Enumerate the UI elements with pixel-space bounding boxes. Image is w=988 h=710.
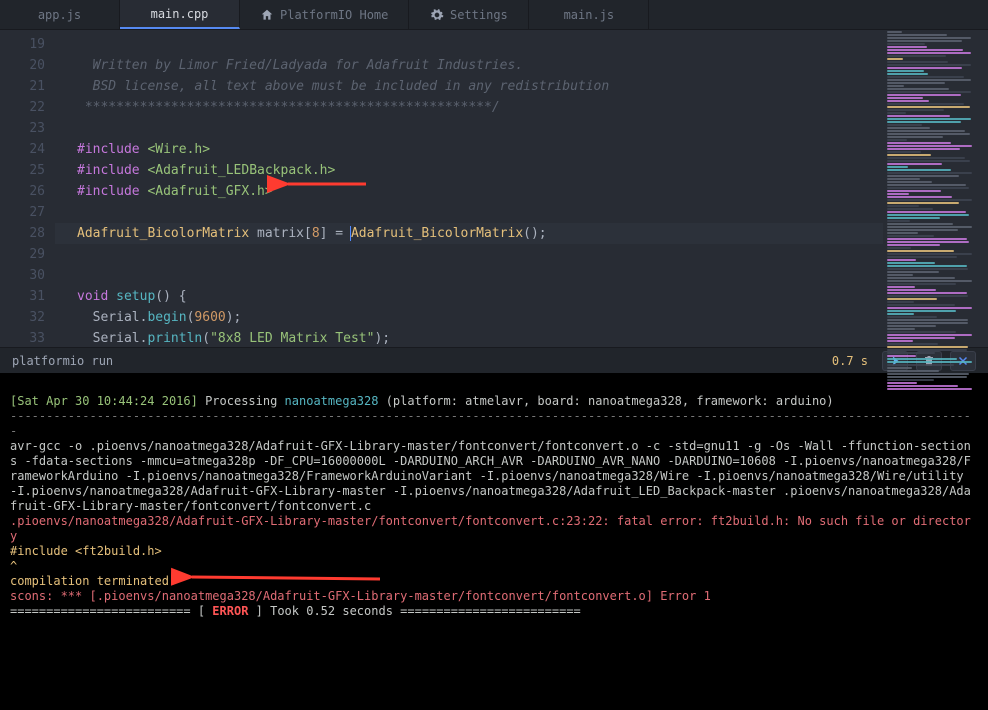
line-number: 24 xyxy=(0,139,45,160)
code-line xyxy=(55,265,988,286)
line-number: 22 xyxy=(0,97,45,118)
term-timestamp: [Sat Apr 30 10:44:24 2016] xyxy=(10,394,198,408)
term-scons-error: scons: *** [.pioenvs/nanoatmega328/Adafr… xyxy=(10,589,711,603)
line-number: 21 xyxy=(0,76,45,97)
line-number: 29 xyxy=(0,244,45,265)
tab-settings[interactable]: Settings xyxy=(409,0,529,29)
terminal-output[interactable]: [Sat Apr 30 10:44:24 2016] Processing na… xyxy=(0,373,988,710)
line-number: 26 xyxy=(0,181,45,202)
home-icon xyxy=(260,8,274,22)
term-error-caret: ^ xyxy=(10,559,17,573)
code-line xyxy=(55,202,988,223)
gear-icon xyxy=(430,8,444,22)
line-number: 33 xyxy=(0,328,45,347)
code-line: Adafruit_BicolorMatrix matrix[8] = Adafr… xyxy=(55,223,988,244)
tab-label: main.cpp xyxy=(151,7,209,21)
tab-label: app.js xyxy=(38,8,81,22)
line-number: 30 xyxy=(0,265,45,286)
tab-label: PlatformIO Home xyxy=(280,8,388,22)
code-view[interactable]: Written by Limor Fried/Ladyada for Adafr… xyxy=(55,30,988,347)
tab-bar: app.js main.cpp PlatformIO Home Settings mai… xyxy=(0,0,988,30)
code-line: #include <Wire.h> xyxy=(55,139,988,160)
code-line xyxy=(55,244,988,265)
line-number: 19 xyxy=(0,34,45,55)
status-time: 0.7 s xyxy=(832,354,868,368)
code-line xyxy=(55,34,988,55)
line-number: 28 xyxy=(0,223,45,244)
tab-label: main.js xyxy=(564,8,615,22)
minimap[interactable] xyxy=(883,30,988,347)
term-text: (platform: atmelavr, board: nanoatmega32… xyxy=(378,394,833,408)
editor-area: 19202122232425262728293031323334 Written… xyxy=(0,30,988,347)
line-number: 23 xyxy=(0,118,45,139)
tab-platformio-home[interactable]: PlatformIO Home xyxy=(240,0,409,29)
term-text: Processing xyxy=(198,394,285,408)
term-error-line: .pioenvs/nanoatmega328/Adafruit-GFX-Libr… xyxy=(10,514,971,543)
code-line: #include <Adafruit_GFX.h> xyxy=(55,181,988,202)
code-line xyxy=(55,118,988,139)
code-line: Serial.begin(9600); xyxy=(55,307,988,328)
status-bar: platformio run 0.7 s xyxy=(0,347,988,373)
term-footer: ========================= [ ERROR ] Took… xyxy=(10,604,581,618)
term-error-terminated: compilation terminated. xyxy=(10,574,176,588)
tab-main-cpp[interactable]: main.cpp xyxy=(120,0,240,29)
tab-app-js[interactable]: app.js xyxy=(0,0,120,29)
line-gutter: 19202122232425262728293031323334 xyxy=(0,30,55,347)
code-line: #include <Adafruit_LEDBackpack.h> xyxy=(55,160,988,181)
line-number: 20 xyxy=(0,55,45,76)
code-line: BSD license, all text above must be incl… xyxy=(55,76,988,97)
term-gcc-cmd: avr-gcc -o .pioenvs/nanoatmega328/Adafru… xyxy=(10,439,971,513)
term-error-include: #include <ft2build.h> xyxy=(10,544,162,558)
code-line: ****************************************… xyxy=(55,97,988,118)
code-line: Serial.println("8x8 LED Matrix Test"); xyxy=(55,328,988,347)
status-command: platformio run xyxy=(12,354,113,368)
term-env: nanoatmega328 xyxy=(285,394,379,408)
code-line: Written by Limor Fried/Ladyada for Adafr… xyxy=(55,55,988,76)
tab-main-js[interactable]: main.js xyxy=(529,0,649,29)
tab-label: Settings xyxy=(450,8,508,22)
code-line: void setup() { xyxy=(55,286,988,307)
line-number: 27 xyxy=(0,202,45,223)
term-divider: ----------------------------------------… xyxy=(10,409,971,438)
line-number: 32 xyxy=(0,307,45,328)
line-number: 25 xyxy=(0,160,45,181)
line-number: 31 xyxy=(0,286,45,307)
